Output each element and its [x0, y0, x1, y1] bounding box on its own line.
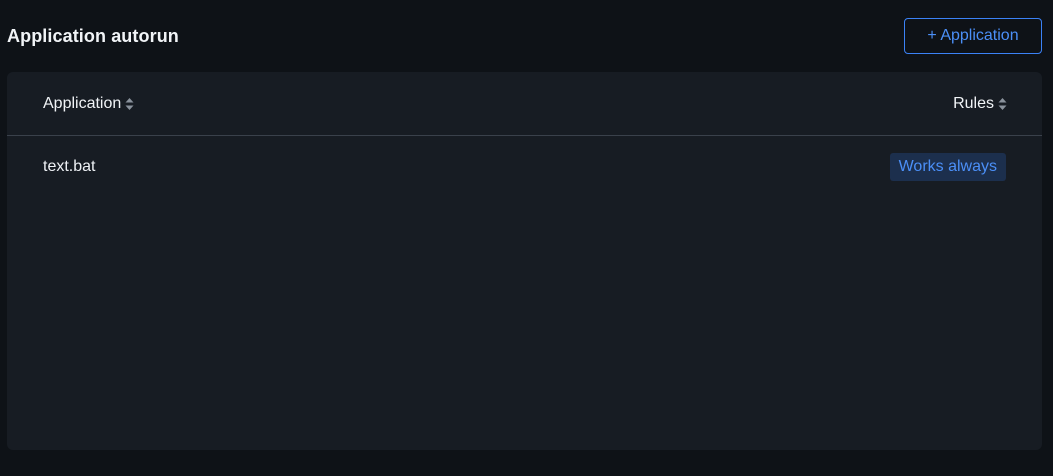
column-header-rules[interactable]: Rules	[953, 95, 1007, 113]
column-header-label: Rules	[953, 94, 994, 112]
sort-icon[interactable]	[998, 97, 1007, 111]
application-name: text.bat	[43, 158, 96, 175]
sort-icon[interactable]	[125, 97, 134, 111]
page-header: Application autorun + Application	[7, 18, 1042, 54]
autorun-page: Application autorun + Application Applic…	[0, 0, 1053, 476]
table-row[interactable]: text.bat Works always	[7, 136, 1042, 198]
rule-badge: Works always	[889, 153, 1006, 181]
applications-table: Application Rules text.bat Works always	[7, 72, 1042, 450]
add-application-button[interactable]: + Application	[904, 18, 1042, 54]
page-title: Application autorun	[7, 25, 179, 46]
column-header-application[interactable]: Application	[43, 95, 134, 113]
column-header-label: Application	[43, 94, 122, 112]
table-header: Application Rules	[7, 72, 1042, 136]
